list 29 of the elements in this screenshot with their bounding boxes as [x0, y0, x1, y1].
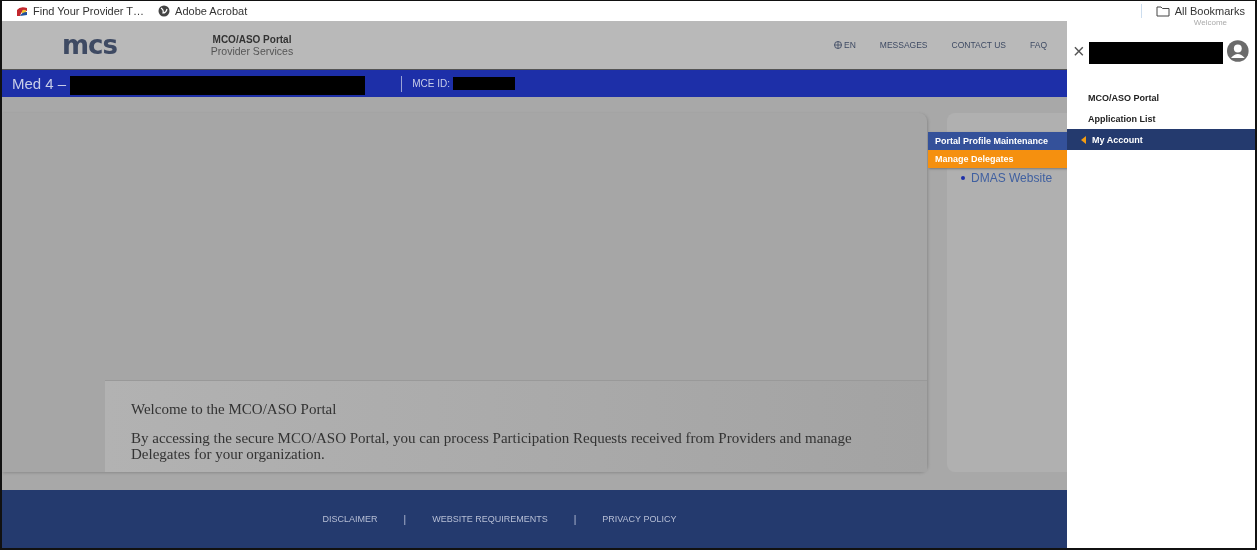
nav-link[interactable]: MESSAGES [879, 40, 928, 50]
menu-item[interactable]: MCO/ASO Portal [1067, 87, 1255, 108]
avatar-icon[interactable] [1227, 40, 1249, 62]
menu-item[interactable]: My Account [1067, 129, 1255, 150]
welcome-text: By accessing the secure MCO/ASO Portal, you can process Participation Requests received from Providers and manage Delegates for your organization. [131, 430, 853, 462]
mce-id-label: MCE ID: [412, 78, 450, 89]
nav-link[interactable]: FAQ [1030, 40, 1047, 50]
footer-link[interactable]: DISCLAIMER [322, 514, 378, 524]
bookmark[interactable]: Find Your Provider T… [16, 5, 145, 17]
folder-icon [1155, 5, 1170, 17]
provider-name: Med 4 – [12, 75, 67, 92]
welcome-title: Welcome to the MCO/ASO Portal [131, 401, 338, 418]
nav-link[interactable]: CONTACT US [951, 40, 1006, 50]
portal-subtitle: Provider Services [210, 44, 294, 57]
bookmark[interactable]: Adobe Acrobat [158, 5, 248, 17]
submenu-item[interactable]: Portal Profile Maintenance [928, 132, 1068, 150]
close-button[interactable]: × [1073, 41, 1085, 61]
footer-link[interactable]: PRIVACY POLICY [602, 514, 677, 524]
flag-icon [16, 5, 28, 17]
footer-link[interactable]: WEBSITE REQUIREMENTS [432, 514, 548, 524]
logo[interactable]: mcs [62, 30, 172, 60]
menu-item[interactable]: Application List [1067, 108, 1255, 129]
separator: | [403, 513, 407, 525]
redaction-bar [453, 77, 515, 90]
separator: | [573, 513, 577, 525]
language-button[interactable]: EN [834, 40, 856, 50]
welcome-label: Welcome [1193, 18, 1227, 27]
portal-title: MCO/ASO Portal [212, 33, 292, 45]
all-bookmarks-button[interactable]: All Bookmarks [1155, 5, 1245, 17]
